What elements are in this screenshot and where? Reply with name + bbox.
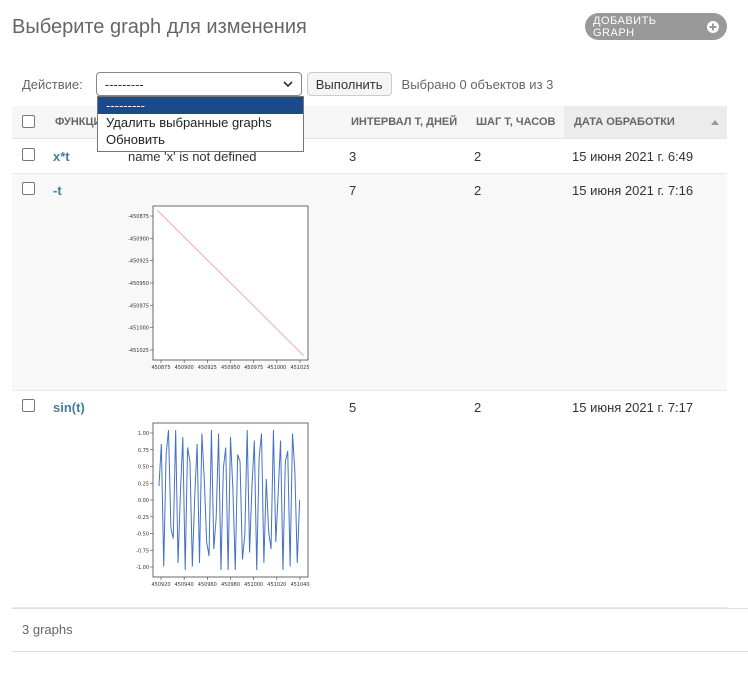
- interval-value: 5: [349, 400, 357, 415]
- x-tick-label: 450980: [221, 582, 240, 588]
- row-checkbox[interactable]: [22, 399, 35, 412]
- sort-ascending-icon[interactable]: [711, 120, 719, 125]
- header-date[interactable]: ДАТА ОБРАБОТКИ: [574, 116, 675, 128]
- y-tick-label: 0.50: [138, 465, 149, 471]
- row-checkbox[interactable]: [22, 148, 35, 161]
- function-link[interactable]: sin(t): [53, 400, 85, 415]
- select-all-checkbox[interactable]: [22, 115, 35, 128]
- interval-value: 3: [349, 149, 357, 164]
- action-option[interactable]: Удалить выбранные graphs: [98, 114, 303, 131]
- selection-counter: Выбрано 0 объектов из 3: [401, 76, 554, 92]
- divider: [12, 608, 748, 609]
- actions-bar: Действие: --------- Выполнить Выбрано 0 …: [22, 72, 553, 96]
- x-tick-label: 450920: [151, 582, 170, 588]
- x-tick-label: 450940: [175, 582, 194, 588]
- result-count: 3 graphs: [22, 622, 73, 637]
- x-tick-label: 450960: [198, 582, 217, 588]
- header-step[interactable]: ШАГ T, ЧАСОВ: [476, 116, 555, 128]
- date-value: 15 июня 2021 г. 7:17: [572, 400, 694, 415]
- x-tick-label: 451000: [267, 365, 286, 371]
- y-tick-label: -450975: [128, 303, 149, 309]
- run-action-button[interactable]: Выполнить: [306, 72, 392, 96]
- x-tick-label: 450875: [151, 365, 170, 371]
- x-tick-label: 451040: [290, 582, 309, 588]
- header-function[interactable]: ФУНКЦИ: [55, 116, 101, 128]
- action-label: Действие:: [22, 76, 83, 92]
- y-tick-label: -451025: [128, 348, 149, 354]
- date-value: 15 июня 2021 г. 7:16: [572, 183, 694, 198]
- y-tick-label: -450950: [128, 281, 149, 287]
- x-tick-label: 450925: [198, 365, 217, 371]
- y-tick-label: -451000: [128, 326, 149, 332]
- add-graph-button-label: ДОБАВИТЬ GRAPH: [593, 14, 657, 39]
- function-link[interactable]: x*t: [53, 149, 70, 164]
- date-value: 15 июня 2021 г. 6:49: [572, 149, 694, 164]
- interval-value: 7: [349, 183, 357, 198]
- action-option[interactable]: ---------: [98, 97, 303, 114]
- add-graph-button[interactable]: ДОБАВИТЬ GRAPH: [585, 13, 727, 40]
- y-tick-label: -0.25: [136, 515, 149, 521]
- y-tick-label: -0.75: [136, 548, 149, 554]
- chevron-down-icon: [283, 81, 293, 88]
- header-interval[interactable]: ИНТЕРВАЛ T, ДНЕЙ: [351, 116, 457, 128]
- x-tick-label: 451000: [244, 582, 263, 588]
- x-tick-label: 451025: [290, 365, 309, 371]
- action-select-value: ---------: [104, 76, 144, 92]
- y-tick-label: -450925: [128, 259, 149, 265]
- step-value: 2: [474, 149, 482, 164]
- page-title: Выберите graph для изменения: [12, 16, 307, 38]
- y-tick-label: -450900: [128, 236, 149, 242]
- table-row: -t 7 2 15 июня 2021 г. 7:16: [12, 174, 727, 391]
- divider: [12, 651, 748, 652]
- graph-image-neg-t: -450875 -450900 -450925 -450950 -450975 -4510…: [128, 205, 310, 371]
- x-tick-label: 450900: [175, 365, 194, 371]
- y-tick-label: 0.75: [138, 448, 149, 454]
- row-checkbox[interactable]: [22, 182, 35, 195]
- y-tick-label: 0.00: [138, 498, 149, 504]
- plus-icon: [707, 20, 719, 33]
- step-value: 2: [474, 183, 482, 198]
- y-tick-label: 0.25: [138, 481, 149, 487]
- x-tick-label: 450975: [244, 365, 263, 371]
- function-link[interactable]: -t: [53, 183, 62, 198]
- step-value: 2: [474, 400, 482, 415]
- y-tick-label: -450875: [128, 214, 149, 220]
- y-tick-label: -0.50: [136, 532, 149, 538]
- x-tick-label: 450950: [221, 365, 240, 371]
- x-tick-label: 451020: [267, 582, 286, 588]
- y-tick-label: -1.00: [136, 565, 149, 571]
- action-option[interactable]: Обновить: [98, 131, 303, 148]
- graph-image-sin-t: 1.00 0.75 0.50 0.25 0.00 -0.25 -0.50 -0.75 -1.00…: [136, 422, 310, 588]
- y-tick-label: 1.00: [138, 431, 149, 437]
- action-dropdown-list: --------- Удалить выбранные graphs Обнов…: [97, 96, 304, 152]
- action-select[interactable]: ---------: [95, 72, 302, 96]
- table-row: sin(t) 5 2 15 июня 2021 г. 7:17: [12, 391, 727, 608]
